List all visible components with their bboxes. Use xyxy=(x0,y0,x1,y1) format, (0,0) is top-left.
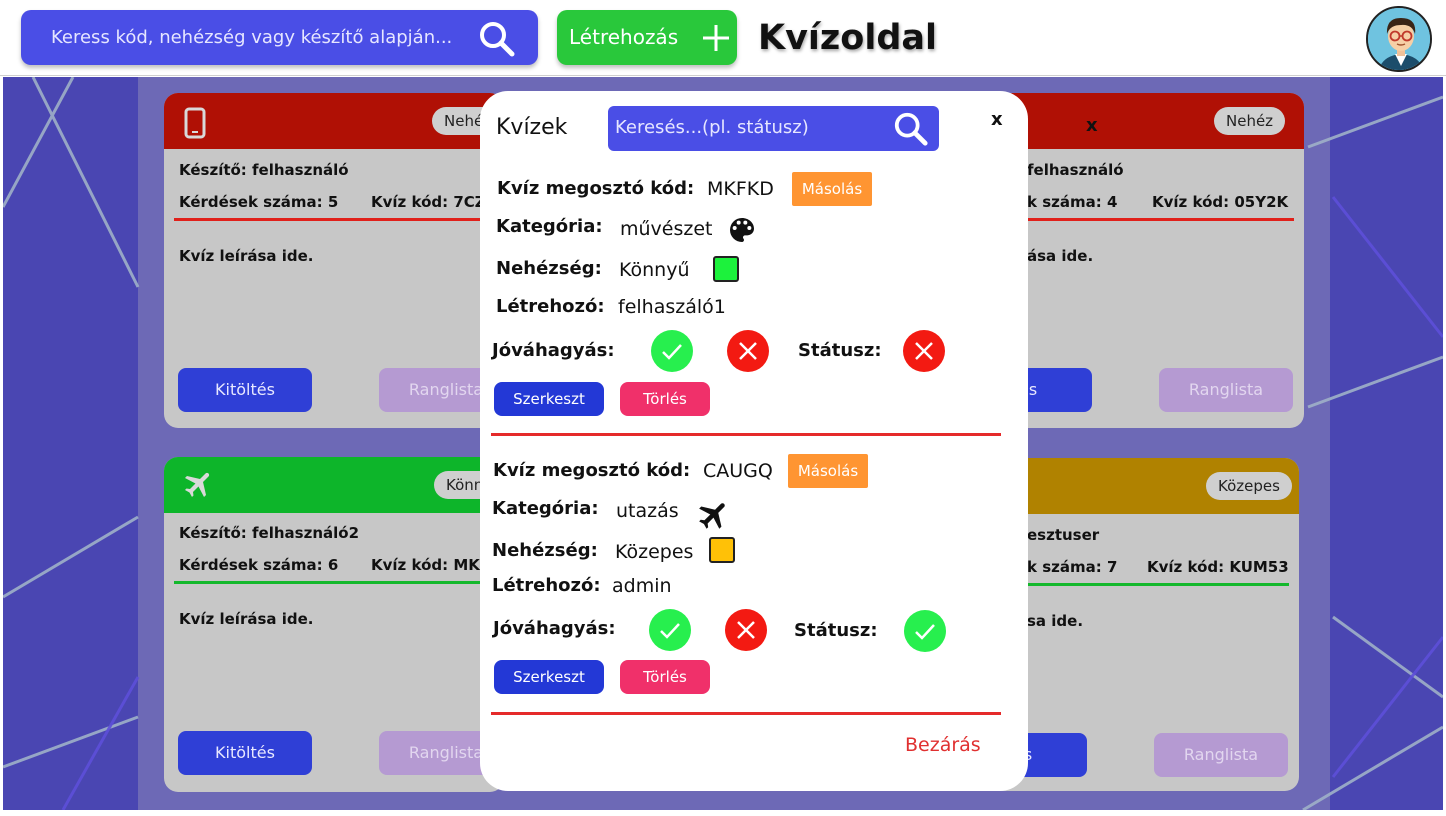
difficulty-label: Nehézség: xyxy=(492,540,598,561)
quiz-card-4: Közepes esztuser k száma: 7 Kvíz kód: KU… xyxy=(1000,458,1299,791)
avatar-icon xyxy=(1368,8,1430,70)
phone-icon xyxy=(184,107,206,139)
user-avatar[interactable] xyxy=(1366,6,1432,72)
leaderboard-button[interactable]: Ranglista xyxy=(1154,733,1288,777)
modal-close-x[interactable]: x xyxy=(991,109,1003,130)
create-quiz-button[interactable]: Létrehozás xyxy=(557,10,737,65)
approve-button[interactable] xyxy=(651,330,693,372)
approval-label: Jóváhagyás: xyxy=(493,618,616,639)
reject-button[interactable] xyxy=(725,609,767,651)
quiz-card-description: ása ide. xyxy=(1027,247,1094,265)
check-icon xyxy=(662,344,682,360)
quiz-card-questions: Kérdések száma: 6 xyxy=(179,556,339,574)
quiz-card-description: Kvíz leírása ide. xyxy=(179,247,314,265)
quiz-card-2: x Nehéz felhasználó k száma: 4 Kvíz kód:… xyxy=(1000,93,1304,428)
close-modal-button[interactable]: Bezárás xyxy=(905,734,981,756)
quiz-card-description: Kvíz leírása ide. xyxy=(179,610,314,628)
quiz-card-divider xyxy=(1000,218,1294,221)
quiz-card-divider xyxy=(174,581,504,584)
modal-title: Kvízek xyxy=(496,115,568,140)
quiz-card-divider xyxy=(174,218,504,221)
quiz-divider xyxy=(491,433,1001,436)
plus-icon xyxy=(703,25,729,51)
check-icon xyxy=(660,623,680,639)
search-icon[interactable] xyxy=(893,111,929,147)
quiz-card-questions: k száma: 4 xyxy=(1027,193,1118,211)
quiz-card-creator: esztuser xyxy=(1027,526,1100,544)
page-title: Kvízoldal xyxy=(758,18,938,58)
top-bar: Keress kód, nehézség vagy készítő alapjá… xyxy=(0,0,1446,76)
share-code-value: MKFKD xyxy=(707,178,774,200)
airplane-icon xyxy=(699,503,725,529)
create-quiz-label: Létrehozás xyxy=(569,25,679,49)
close-icon: x xyxy=(1086,115,1098,136)
delete-quiz-button[interactable]: Törlés xyxy=(620,382,710,416)
quiz-modal: Kvízek Keresés...(pl. státusz) x Kvíz me… xyxy=(480,91,1028,791)
quiz-card-divider xyxy=(1000,583,1289,586)
creator-label: Létrehozó: xyxy=(496,296,605,317)
quiz-card-description: sa ide. xyxy=(1027,612,1084,630)
category-label: Kategória: xyxy=(492,498,599,519)
modal-search-placeholder: Keresés...(pl. státusz) xyxy=(615,117,809,138)
approve-button[interactable] xyxy=(649,609,691,651)
quiz-search-input[interactable]: Keress kód, nehézség vagy készítő alapjá… xyxy=(21,10,538,65)
difficulty-label: Nehézség: xyxy=(496,258,602,279)
difficulty-value: Könnyű xyxy=(619,259,690,281)
quiz-card-creator: Készítő: felhasználó2 xyxy=(179,524,360,542)
modal-search-input[interactable]: Keresés...(pl. státusz) xyxy=(608,106,939,151)
status-label: Státusz: xyxy=(794,620,878,641)
quiz-search-placeholder: Keress kód, nehézség vagy készítő alapjá… xyxy=(51,27,453,48)
category-value: művészet xyxy=(620,218,713,240)
category-value: utazás xyxy=(616,500,679,522)
share-code-label: Kvíz megosztó kód: xyxy=(497,178,695,199)
edit-quiz-button[interactable]: Szerkeszt xyxy=(494,382,604,416)
quiz-card-1: Nehéz Készítő: felhasználó Kérdések szám… xyxy=(164,93,504,428)
quiz-card-code: Kvíz kód: 7CZ xyxy=(371,193,486,211)
copy-code-button[interactable]: Másolás xyxy=(788,454,868,488)
quiz-card-creator: felhasználó xyxy=(1027,161,1124,179)
quiz-card-creator: Készítő: felhasználó xyxy=(179,161,349,179)
reject-button[interactable] xyxy=(727,330,769,372)
category-label: Kategória: xyxy=(496,216,603,237)
edit-quiz-button[interactable]: Szerkeszt xyxy=(494,660,604,694)
palette-icon xyxy=(730,218,754,242)
check-icon xyxy=(915,624,935,640)
status-label: Státusz: xyxy=(798,340,882,361)
fill-quiz-button[interactable]: Kitöltés xyxy=(178,368,312,412)
x-icon xyxy=(739,342,757,360)
creator-label: Létrehozó: xyxy=(492,575,601,596)
quiz-card-3: Könn Készítő: felhasználó2 Kérdések szám… xyxy=(164,457,504,792)
x-icon xyxy=(915,342,933,360)
approval-label: Jóváhagyás: xyxy=(492,340,615,361)
delete-quiz-button[interactable]: Törlés xyxy=(620,660,710,694)
quiz-card-code: Kvíz kód: MKF xyxy=(371,556,491,574)
fill-quiz-button[interactable]: Kitöltés xyxy=(178,731,312,775)
difficulty-color-square xyxy=(709,537,735,563)
airplane-icon xyxy=(184,472,210,498)
difficulty-color-square xyxy=(713,256,739,282)
quiz-card-questions: k száma: 7 xyxy=(1027,558,1118,576)
leaderboard-button[interactable]: Ranglista xyxy=(1159,368,1293,412)
difficulty-badge: Közepes xyxy=(1206,472,1292,500)
copy-code-button[interactable]: Másolás xyxy=(792,172,872,206)
quiz-divider xyxy=(491,712,1001,715)
share-code-label: Kvíz megosztó kód: xyxy=(493,460,691,481)
status-approved-indicator xyxy=(904,610,946,652)
search-icon[interactable] xyxy=(478,20,516,58)
difficulty-value: Közepes xyxy=(615,541,694,563)
quiz-card-code: Kvíz kód: 05Y2K xyxy=(1152,193,1289,211)
quiz-card-code: Kvíz kód: KUM53 xyxy=(1147,558,1289,576)
x-icon xyxy=(737,621,755,639)
difficulty-badge: Nehéz xyxy=(1214,107,1286,135)
status-rejected-indicator xyxy=(903,330,945,372)
creator-value: admin xyxy=(612,575,672,597)
share-code-value: CAUGQ xyxy=(703,460,773,482)
creator-value: felhaszáló1 xyxy=(618,296,726,318)
quiz-card-questions: Kérdések száma: 5 xyxy=(179,193,339,211)
